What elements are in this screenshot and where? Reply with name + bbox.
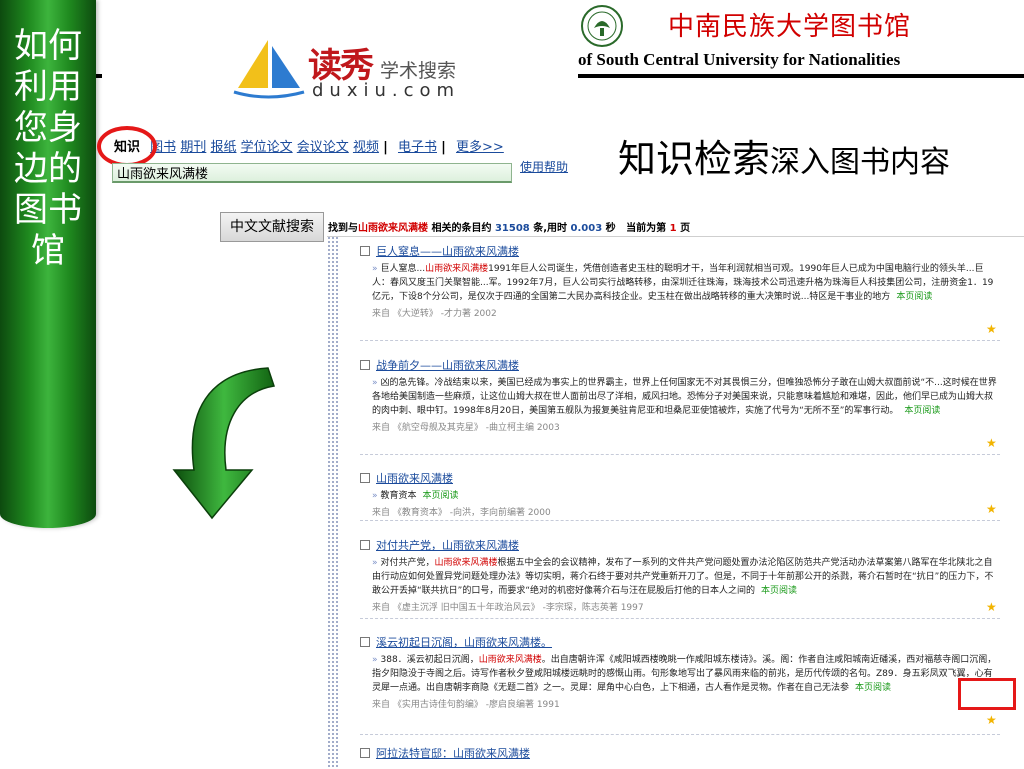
read-link[interactable]: 本页阅读 <box>761 586 797 596</box>
university-seal-icon <box>581 5 623 47</box>
checkbox-icon[interactable] <box>360 637 370 647</box>
tagline: 知识检索深入图书内容 <box>618 128 950 183</box>
result-source: 来自 《大逆转》 -才力著 2002 <box>372 309 497 319</box>
divider <box>360 340 1000 341</box>
list-item: 溪云初起日沉阁，山雨欲来风满楼。 » 388．溪云初起日沉阁，山雨欲来风满楼。出自… <box>360 634 1000 710</box>
star-icon[interactable]: ★ <box>986 502 997 516</box>
read-link[interactable]: 本页阅读 <box>896 292 932 302</box>
result-title[interactable]: 阿拉法特官邸：山雨欲来风满楼 <box>360 745 1000 761</box>
tab-ebooks[interactable]: 电子书 <box>398 140 437 155</box>
tab-conference-papers[interactable]: 会议论文 <box>297 140 349 155</box>
search-input[interactable] <box>112 163 512 183</box>
result-title[interactable]: 溪云初起日沉阁，山雨欲来风满楼。 <box>360 634 1000 650</box>
tab-journals[interactable]: 期刊 <box>180 140 206 155</box>
help-link[interactable]: 使用帮助 <box>520 158 568 175</box>
sailboat-icon <box>233 40 305 99</box>
tab-theses[interactable]: 学位论文 <box>241 140 293 155</box>
divider <box>360 618 1000 619</box>
result-title[interactable]: 山雨欲来风满楼 <box>360 470 1000 486</box>
read-link[interactable]: 本页阅读 <box>904 406 940 416</box>
dotted-border <box>327 236 339 768</box>
curved-down-arrow-icon <box>172 367 275 520</box>
result-snippet: » 388．溪云初起日沉阁，山雨欲来风满楼。出自唐朝许浑《咸阳城西楼晚眺一作咸阳城… <box>372 655 997 693</box>
result-summary: 找到与山雨欲来风满楼 相关的条目约 31508 条,用时 0.003 秒 当前为… <box>328 223 691 234</box>
list-item: 阿拉法特官邸：山雨欲来风满楼 <box>360 745 1000 761</box>
search-tabs: 知识 图书 期刊 报纸 学位论文 会议论文 视频 | 电子书 | 更多>> <box>114 136 504 155</box>
checkbox-icon[interactable] <box>360 360 370 370</box>
list-item: 对付共产党，山雨欲来风满楼 » 对付共产党，山雨欲来风满楼根据五中全会的会议精神，… <box>360 537 1000 613</box>
header-rule-right <box>578 74 1024 78</box>
checkbox-icon[interactable] <box>360 473 370 483</box>
star-icon[interactable]: ★ <box>986 436 997 450</box>
divider <box>360 520 1000 521</box>
result-snippet: » 巨人窒息...山雨欲来风满楼1991年巨人公司诞生，凭借创造者史玉柱的聪明才干… <box>372 264 994 302</box>
checkbox-icon[interactable] <box>360 748 370 758</box>
result-source: 来自 《实用古诗佳句韵编》 -廖启良编著 1991 <box>372 700 560 710</box>
list-item: 巨人窒息——山雨欲来风满楼 » 巨人窒息...山雨欲来风满楼1991年巨人公司诞生… <box>360 243 1000 319</box>
tab-newspapers[interactable]: 报纸 <box>210 140 236 155</box>
result-source: 来自 《航空母舰及其克星》 -曲立柯主编 2003 <box>372 423 560 433</box>
result-source: 来自 《教育资本》 -向洪，李向前编著 2000 <box>372 508 551 518</box>
list-item: 山雨欲来风满楼 » 教育资本 本页阅读 来自 《教育资本》 -向洪，李向前编著 20… <box>360 470 1000 518</box>
library-name-cn: 中南民族大学图书馆 <box>668 12 912 42</box>
result-title[interactable]: 战争前夕——山雨欲来风满楼 <box>360 357 1000 373</box>
result-snippet: » 凶的急先锋。冷战结束以来，美国已经成为事实上的世界霸主，世界上任何国家无不对其… <box>372 378 997 416</box>
tagline-sub: 深入图书内容 <box>770 145 951 180</box>
header-rule-left <box>96 74 102 78</box>
tab-separator: | <box>383 140 388 155</box>
star-icon[interactable]: ★ <box>986 713 997 727</box>
tab-more[interactable]: 更多>> <box>456 140 504 155</box>
result-snippet: » 教育资本 本页阅读 <box>372 491 459 501</box>
list-item: 战争前夕——山雨欲来风满楼 » 凶的急先锋。冷战结束以来，美国已经成为事实上的世界… <box>360 357 1000 433</box>
star-icon[interactable]: ★ <box>986 600 997 614</box>
result-source: 来自 《虚主沉浮 旧中国五十年政治风云》 -李宗琛，陈志英著 1997 <box>372 603 644 613</box>
duxiu-subtitle: 学术搜索 <box>380 60 457 82</box>
duxiu-domain: duxiu.com <box>312 80 461 101</box>
divider <box>360 454 1000 455</box>
sidebar-title: 如何利用您身边的图书馆 <box>14 26 82 271</box>
annotation-circle <box>97 126 157 167</box>
tagline-main: 知识检索 <box>618 137 771 181</box>
tab-videos[interactable]: 视频 <box>353 140 379 155</box>
result-title[interactable]: 对付共产党，山雨欲来风满楼 <box>360 537 1000 553</box>
divider <box>360 734 1000 735</box>
tab-separator: | <box>441 140 446 155</box>
result-snippet: » 对付共产党，山雨欲来风满楼根据五中全会的会议精神，发布了一系列的文件共产党问题… <box>372 558 994 596</box>
read-link[interactable]: 本页阅读 <box>423 491 459 501</box>
read-link[interactable]: 本页阅读 <box>855 683 891 693</box>
library-name-en: of South Central University for National… <box>578 50 901 69</box>
checkbox-icon[interactable] <box>360 540 370 550</box>
chinese-literature-search-button[interactable]: 中文文献搜索 <box>220 212 324 242</box>
checkbox-icon[interactable] <box>360 246 370 256</box>
annotation-box <box>958 678 1016 710</box>
result-title[interactable]: 巨人窒息——山雨欲来风满楼 <box>360 243 1000 259</box>
star-icon[interactable]: ★ <box>986 322 997 336</box>
